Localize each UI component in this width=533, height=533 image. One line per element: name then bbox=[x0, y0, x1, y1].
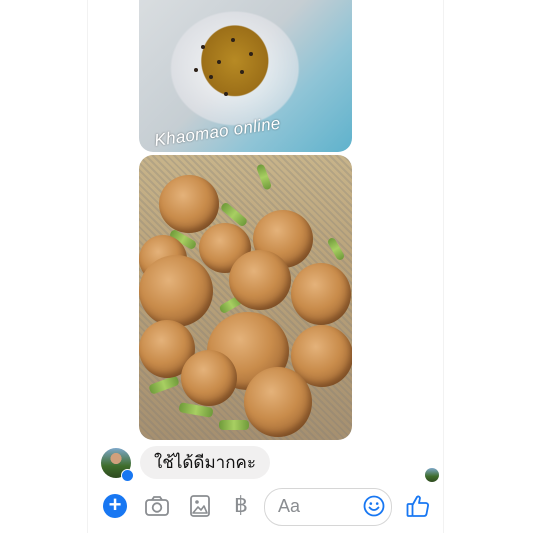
camera-icon[interactable] bbox=[144, 494, 170, 518]
thumbs-up-icon[interactable] bbox=[405, 493, 431, 519]
input-placeholder: Aa bbox=[278, 496, 301, 516]
messenger-badge-icon bbox=[121, 469, 134, 482]
plus-icon[interactable]: + bbox=[103, 494, 127, 518]
message-bubble[interactable]: ใช้ได้ดีมากคะ bbox=[140, 446, 271, 479]
baht-icon[interactable]: ฿ bbox=[228, 492, 254, 517]
photo-main[interactable] bbox=[139, 155, 352, 440]
image-icon[interactable] bbox=[187, 494, 213, 518]
seen-avatar bbox=[425, 468, 439, 482]
emoji-icon[interactable] bbox=[363, 495, 385, 517]
message-text: ใช้ได้ดีมากคะ bbox=[154, 453, 257, 472]
